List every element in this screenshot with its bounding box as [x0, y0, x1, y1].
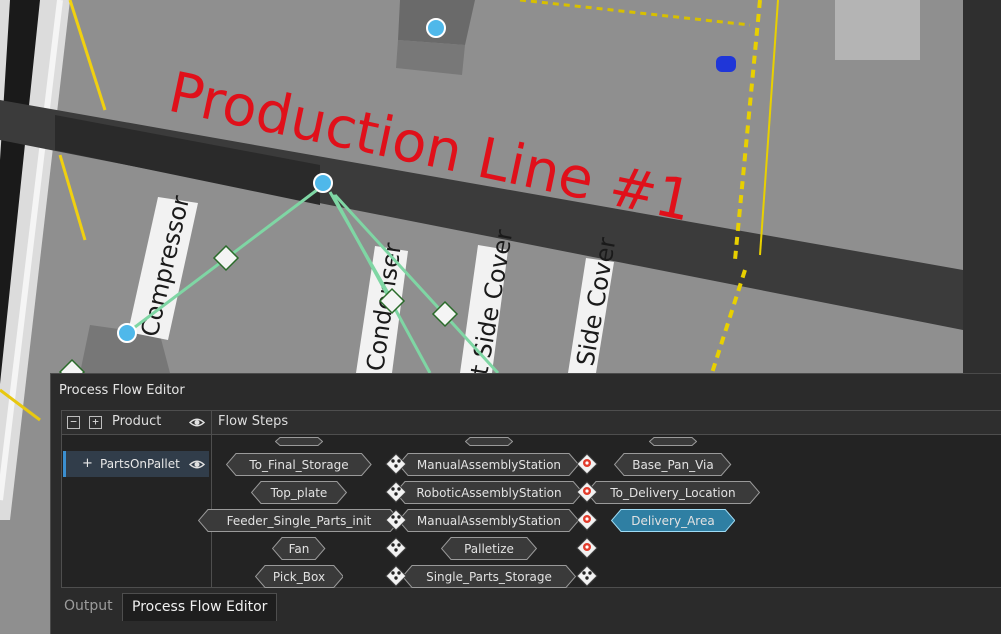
flow-step-label: ManualAssemblyStation: [416, 513, 562, 528]
eye-icon[interactable]: [189, 417, 205, 428]
connector-right-icon[interactable]: [576, 537, 598, 559]
flow-step-col1-4[interactable]: Pick_Box: [254, 565, 344, 588]
flow-step-label: Palletize: [464, 541, 514, 556]
connector-right-icon[interactable]: [576, 453, 598, 475]
flow-step-label: Base_Pan_Via: [632, 457, 714, 472]
flow-step-label: Feeder_Single_Parts_init: [226, 513, 372, 528]
expand-icon[interactable]: +: [82, 456, 93, 471]
flow-steps-header-label: Flow Steps: [218, 414, 289, 429]
flow-step-label: Pick_Box: [272, 569, 326, 584]
flow-step-col1-1[interactable]: Top_plate: [251, 481, 347, 504]
flow-step-col1-2[interactable]: Feeder_Single_Parts_init: [197, 509, 401, 532]
connector-left-icon[interactable]: [385, 537, 407, 559]
flow-step-col2-0[interactable]: ManualAssemblyStation: [398, 453, 580, 476]
flow-step-col3-2[interactable]: Delivery_Area: [610, 509, 736, 532]
flow-step-col2-3[interactable]: Palletize: [441, 537, 537, 560]
flow-steps-header: Flow Steps: [212, 411, 1001, 435]
product-header-label: Product: [112, 414, 162, 429]
connector-left-icon[interactable]: [385, 453, 407, 475]
collapse-all-button[interactable]: −: [67, 416, 80, 429]
tree-item-partsonpallet[interactable]: + PartsOnPallet: [63, 451, 209, 477]
product-panel: − + Product + PartsOnPallet: [61, 410, 212, 588]
flow-step-label: To_Final_Storage: [249, 457, 349, 472]
connector-right-icon[interactable]: [576, 481, 598, 503]
flow-step-label: Top_plate: [270, 485, 328, 500]
flow-step-col2-1[interactable]: RoboticAssemblyStation: [394, 481, 584, 504]
flow-step-col3-1[interactable]: To_Delivery_Location: [586, 481, 760, 504]
column-header-pill[interactable]: [649, 437, 697, 446]
connector-left-icon[interactable]: [385, 481, 407, 503]
process-flow-editor-panel: Process Flow Editor − + Product + PartsO…: [50, 373, 1001, 634]
tree-item-label: PartsOnPallet: [100, 457, 180, 471]
product-header: − + Product: [62, 411, 211, 435]
flow-step-col2-4[interactable]: Single_Parts_Storage: [402, 565, 576, 588]
column-header-pill[interactable]: [465, 437, 513, 446]
flow-step-label: To_Delivery_Location: [610, 485, 736, 500]
flow-step-col3-0[interactable]: Base_Pan_Via: [614, 453, 732, 476]
flow-step-label: Single_Parts_Storage: [426, 569, 552, 584]
flow-step-label: Fan: [288, 541, 310, 556]
expand-all-button[interactable]: +: [89, 416, 102, 429]
flow-step-col1-0[interactable]: To_Final_Storage: [226, 453, 372, 476]
connector-right-icon[interactable]: [576, 565, 598, 587]
tab-process-flow-editor[interactable]: Process Flow Editor: [122, 593, 278, 621]
flow-step-label: ManualAssemblyStation: [416, 457, 562, 472]
tab-output[interactable]: Output: [55, 593, 122, 620]
connector-right-icon[interactable]: [576, 509, 598, 531]
flow-step-col2-2[interactable]: ManualAssemblyStation: [398, 509, 580, 532]
connector-left-icon[interactable]: [385, 565, 407, 587]
flow-step-label: Delivery_Area: [631, 513, 715, 528]
column-header-pill[interactable]: [275, 437, 323, 446]
flow-step-label: RoboticAssemblyStation: [416, 485, 562, 500]
connector-left-icon[interactable]: [385, 509, 407, 531]
flow-step-col1-3[interactable]: Fan: [272, 537, 326, 560]
panel-title: Process Flow Editor: [59, 383, 185, 398]
eye-icon[interactable]: [189, 459, 205, 470]
